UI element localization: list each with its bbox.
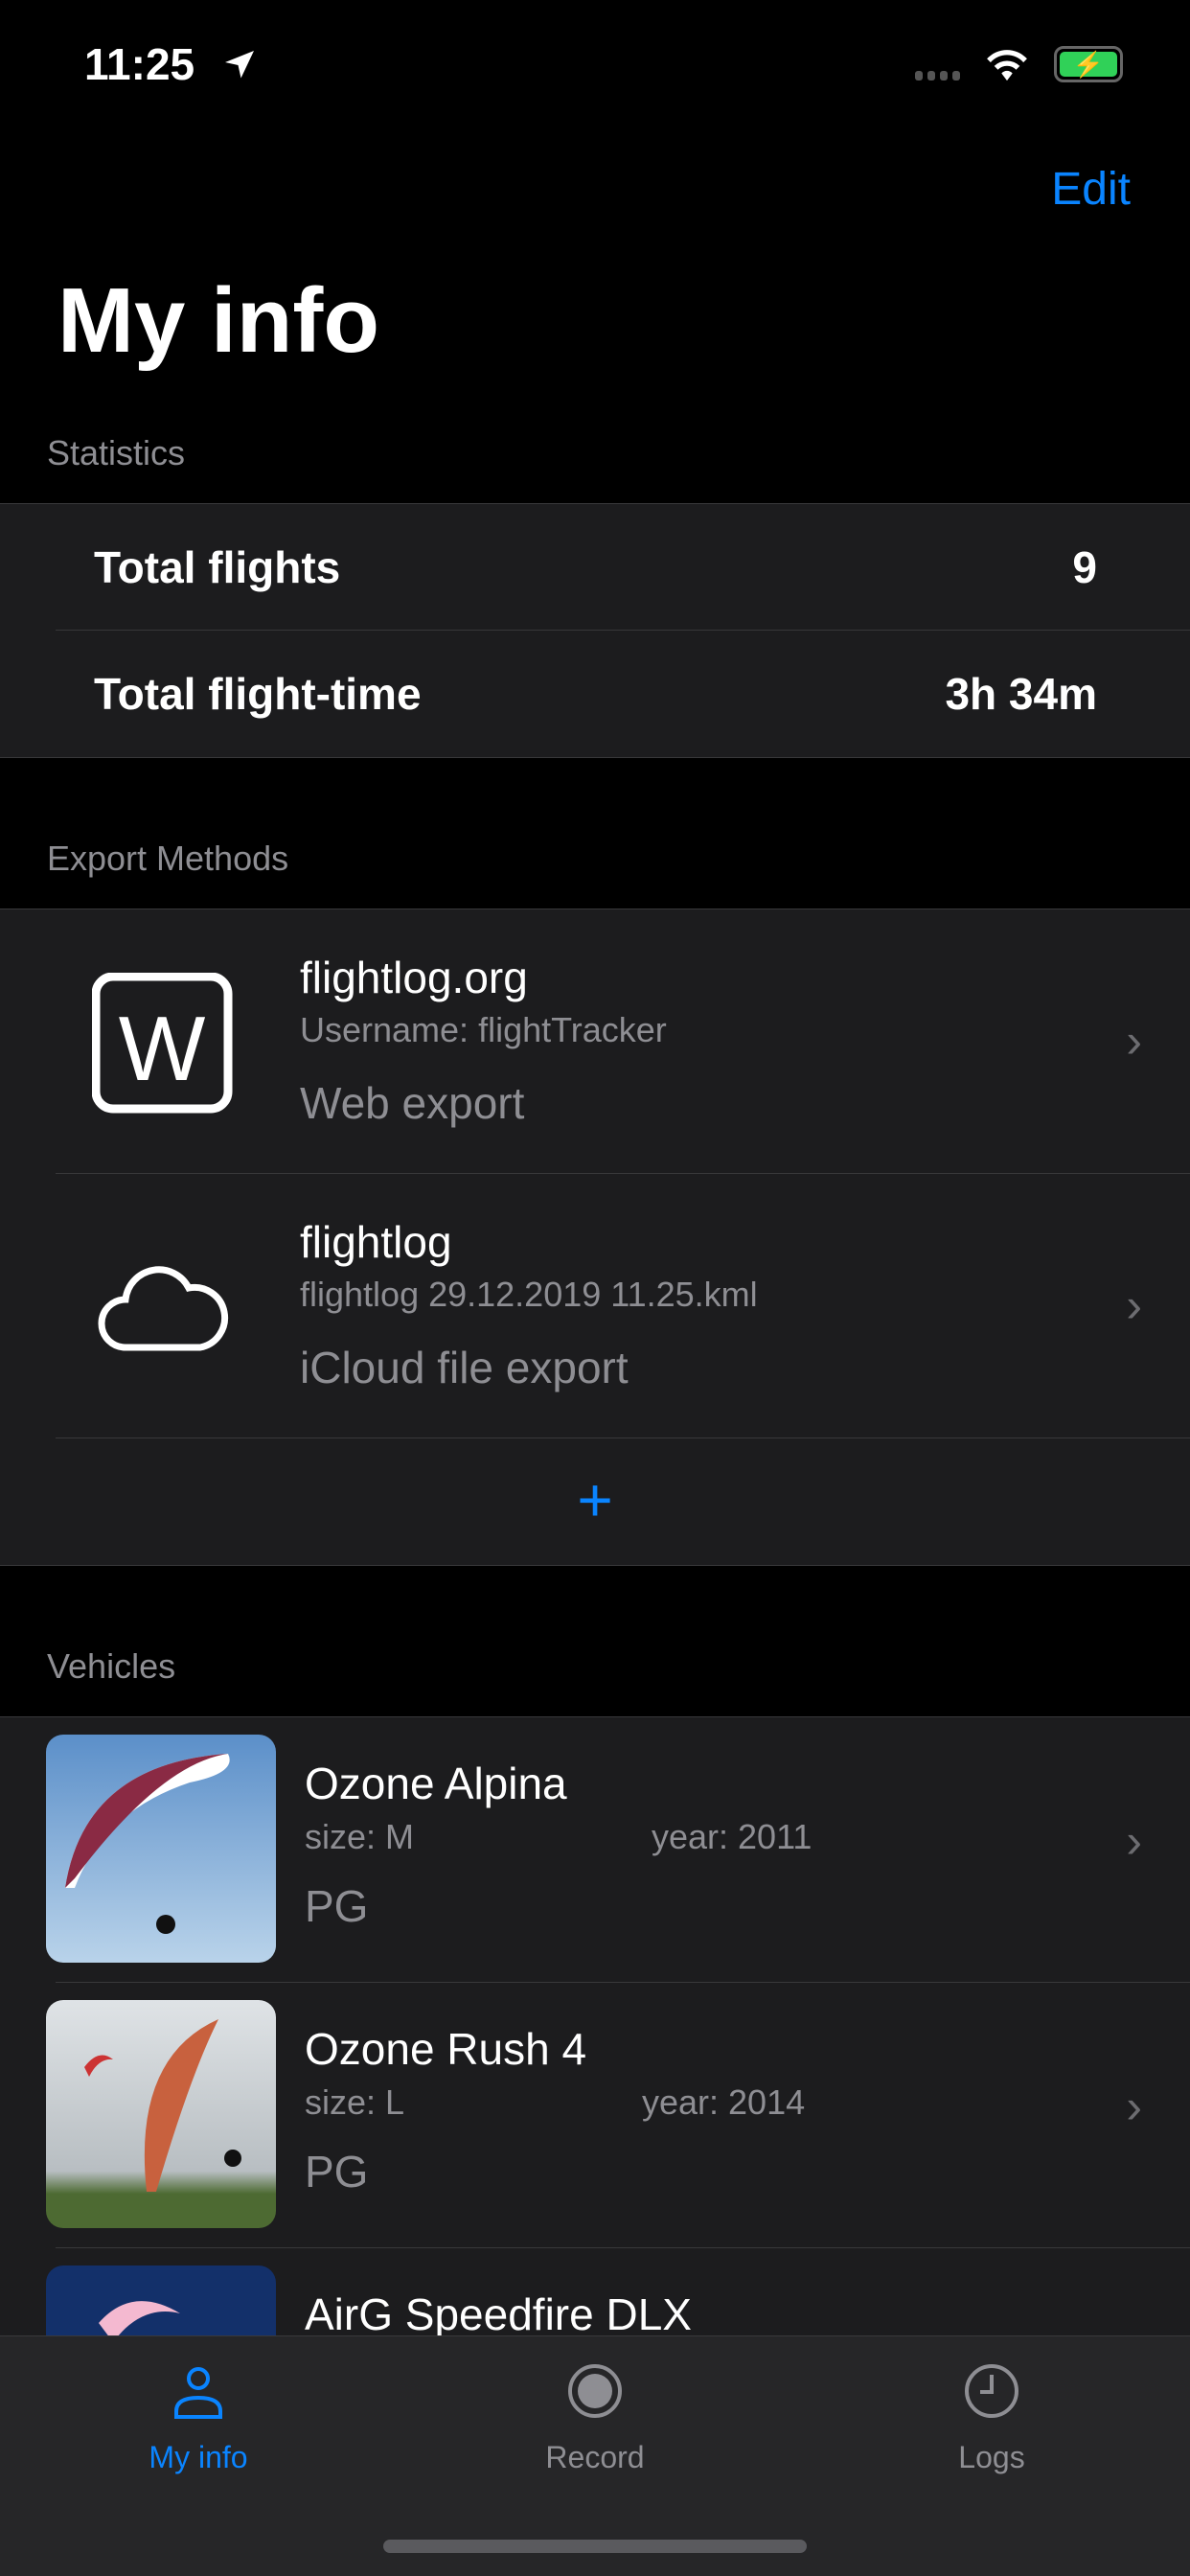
record-icon <box>568 2364 622 2418</box>
stat-row-total-flights: Total flights 9 <box>56 504 1190 631</box>
section-header-statistics: Statistics <box>47 433 186 472</box>
signal-icon <box>915 71 960 80</box>
svg-text:W: W <box>119 998 206 1100</box>
section-header-vehicles: Vehicles <box>47 1646 176 1686</box>
statistics-group: Total flights 9 Total flight-time 3h 34m <box>0 503 1190 758</box>
tab-label: Logs <box>958 2440 1025 2474</box>
export-subtitle: Username: flightTracker <box>300 1010 667 1049</box>
export-type: Web export <box>300 1078 525 1128</box>
vehicle-photo <box>46 2000 276 2228</box>
location-arrow-icon <box>225 51 254 79</box>
export-subtitle: flightlog 29.12.2019 11.25.kml <box>300 1275 758 1314</box>
section-header-export: Export Methods <box>47 839 289 878</box>
cloud-icon <box>98 1266 229 1351</box>
export-title: flightlog.org <box>300 953 528 1002</box>
vehicles-group: Ozone Alpina size: M year: 2011 PG › Ozo… <box>0 1716 1190 2494</box>
clock-icon <box>965 2364 1018 2418</box>
chevron-right-icon: › <box>1126 1814 1142 1868</box>
vehicle-photo <box>46 1735 276 1963</box>
add-export-button[interactable]: + <box>0 1438 1190 1565</box>
vehicle-year: year: 2011 <box>652 1817 812 1856</box>
stat-row-total-flight-time: Total flight-time 3h 34m <box>56 631 1190 757</box>
wifi-icon <box>987 50 1027 81</box>
vehicle-year: year: 2014 <box>642 2082 806 2122</box>
export-type: iCloud file export <box>300 1343 629 1392</box>
chevron-right-icon: › <box>1126 1278 1142 1332</box>
tab-logs[interactable]: Logs <box>793 2336 1190 2474</box>
tab-record[interactable]: Record <box>397 2336 793 2474</box>
status-time: 11:25 <box>84 39 195 89</box>
w-box-icon: W <box>92 973 233 1114</box>
vehicle-item[interactable]: Ozone Alpina size: M year: 2011 PG › <box>46 1717 1190 1983</box>
vehicle-name: AirG Speedfire DLX <box>305 2289 692 2339</box>
edit-button[interactable]: Edit <box>1051 163 1131 216</box>
home-indicator <box>383 2540 807 2553</box>
tab-my-info[interactable]: My info <box>0 2336 397 2474</box>
battery-icon: ⚡ <box>1054 46 1123 82</box>
vehicle-name: Ozone Rush 4 <box>305 2024 587 2074</box>
person-icon <box>174 2367 222 2419</box>
export-group: W flightlog.org Username: flightTracker … <box>0 908 1190 1566</box>
chevron-right-icon: › <box>1126 2080 1142 2133</box>
vehicle-type: PG <box>305 2147 369 2196</box>
export-item-flightlog-org[interactable]: W flightlog.org Username: flightTracker … <box>56 909 1190 1174</box>
tab-label: Record <box>545 2440 645 2474</box>
stat-value: 3h 34m <box>945 669 1097 719</box>
vehicle-size: size: L <box>305 2082 405 2122</box>
export-item-icloud[interactable]: flightlog flightlog 29.12.2019 11.25.kml… <box>56 1174 1190 1438</box>
page-title: My info <box>57 269 379 372</box>
export-title: flightlog <box>300 1217 452 1267</box>
vehicle-name: Ozone Alpina <box>305 1759 567 1808</box>
tab-label: My info <box>149 2440 248 2474</box>
vehicle-size: size: M <box>305 1817 415 1856</box>
stat-label: Total flight-time <box>94 669 422 719</box>
stat-value: 9 <box>1072 541 1097 592</box>
vehicle-item[interactable]: Ozone Rush 4 size: L year: 2014 PG › <box>46 1983 1190 2248</box>
vehicle-type: PG <box>305 1881 369 1931</box>
stat-label: Total flights <box>94 541 341 592</box>
chevron-right-icon: › <box>1126 1014 1142 1068</box>
